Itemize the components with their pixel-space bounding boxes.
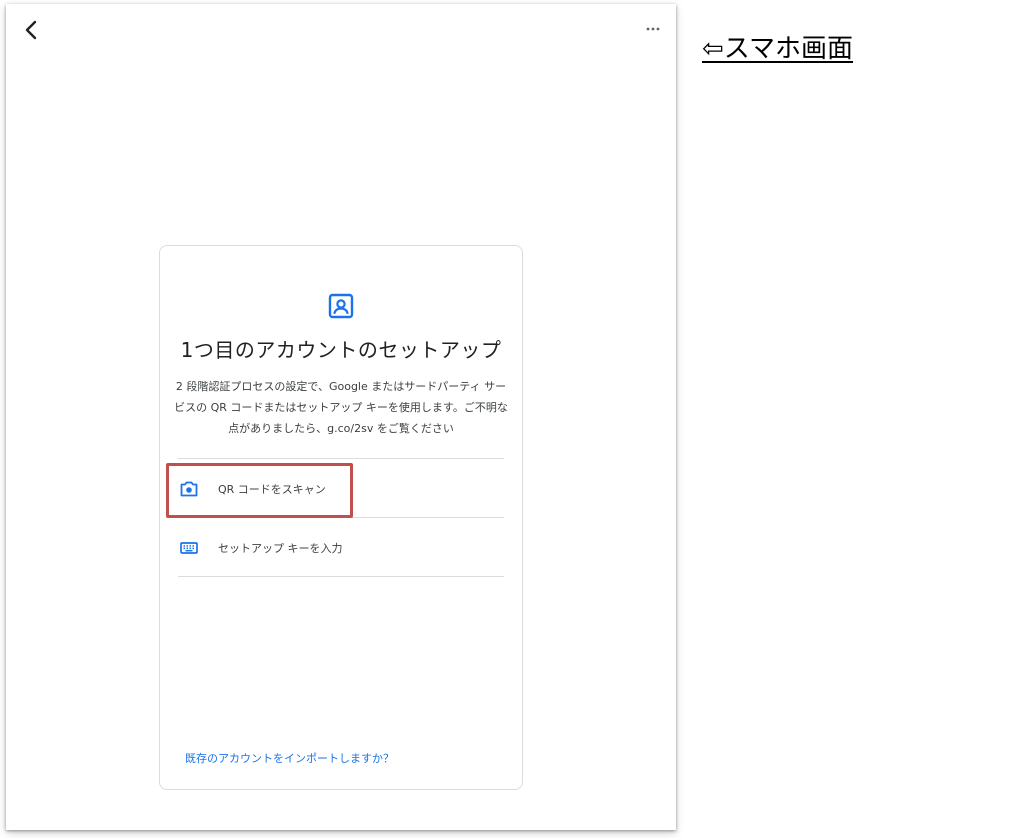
setup-card: 1つ目のアカウントのセットアップ 2 段階認証プロセスの設定で、Google ま… bbox=[159, 245, 523, 790]
import-accounts-link[interactable]: 既存のアカウントをインポートしますか？ bbox=[185, 750, 394, 766]
annotation-label: ⇦スマホ画面 bbox=[702, 34, 854, 64]
back-button[interactable] bbox=[20, 18, 42, 42]
scan-qr-code-label: QR コードをスキャン bbox=[218, 483, 326, 496]
card-description: 2 段階認証プロセスの設定で、Google またはサードパーティ サービスの Q… bbox=[174, 380, 508, 435]
divider bbox=[178, 458, 504, 459]
enter-setup-key-label: セットアップ キーを入力 bbox=[218, 542, 343, 555]
more-options-button[interactable] bbox=[642, 22, 664, 36]
camera-icon bbox=[179, 479, 199, 499]
card-title: 1つ目のアカウントのセットアップ bbox=[180, 338, 502, 362]
scan-qr-code-option[interactable]: QR コードをスキャン bbox=[178, 460, 504, 518]
enter-setup-key-option[interactable]: セットアップ キーを入力 bbox=[178, 519, 504, 577]
account-box-icon bbox=[328, 293, 354, 319]
divider bbox=[178, 517, 504, 518]
divider bbox=[178, 576, 504, 577]
phone-screen: 1つ目のアカウントのセットアップ 2 段階認証プロセスの設定で、Google ま… bbox=[6, 4, 676, 830]
keyboard-icon bbox=[179, 538, 199, 558]
chevron-left-icon bbox=[25, 20, 37, 40]
more-horizontal-icon bbox=[646, 27, 660, 31]
